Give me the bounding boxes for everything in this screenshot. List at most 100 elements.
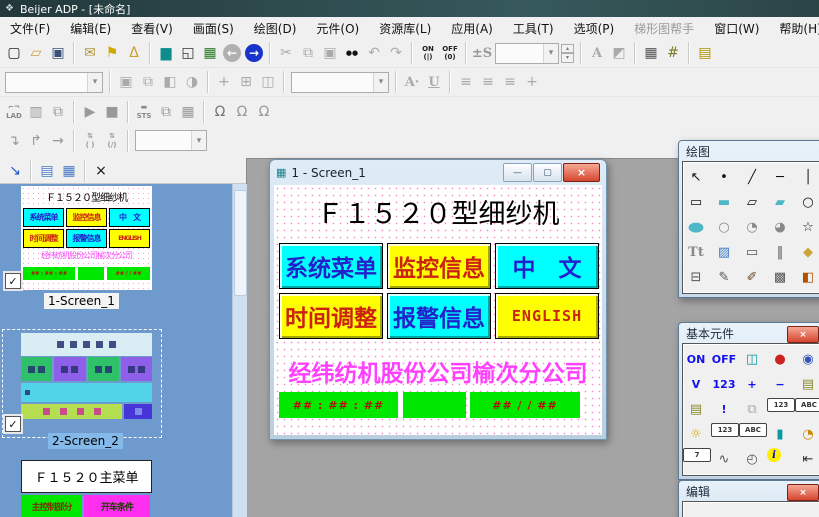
center-in-screen-button[interactable]: ⊞ xyxy=(235,71,257,93)
copy-button[interactable]: ⧉ xyxy=(297,42,319,64)
send-to-back-button[interactable]: ⧉ xyxy=(137,71,159,93)
tile-screens-button[interactable]: ▦ xyxy=(199,42,221,64)
open-file-button[interactable]: ▱ xyxy=(25,42,47,64)
ascii-entry-element[interactable]: ABC xyxy=(795,398,819,412)
hmi-button-english[interactable]: ENGLISH xyxy=(495,293,599,339)
minimize-button[interactable]: — xyxy=(503,163,532,182)
prev-screen-element[interactable]: ▤ xyxy=(683,398,709,421)
menu-file[interactable]: 文件(F) xyxy=(0,18,60,39)
polygon-star-tool[interactable]: ☆ xyxy=(795,216,819,239)
thumbnail-view-button[interactable]: ▦ xyxy=(58,160,80,182)
screen3-thumbnail[interactable]: Ｆ１５２０主菜单 主控制部分 开车条件 xyxy=(21,460,152,517)
new-file-button[interactable]: ▢ xyxy=(3,42,25,64)
save-file-button[interactable]: ▣ xyxy=(47,42,69,64)
bring-to-front-button[interactable]: ▣ xyxy=(115,71,137,93)
rotate-button[interactable]: ◑ xyxy=(181,71,203,93)
filled-rect-tool[interactable]: ▬ xyxy=(711,191,737,214)
close-icon[interactable]: × xyxy=(787,326,819,343)
screen-copy-button[interactable]: ⧉ xyxy=(155,101,177,123)
circle-tool[interactable]: ○ xyxy=(795,191,819,214)
underline-button[interactable]: U xyxy=(423,71,445,93)
close-panel-button[interactable]: × xyxy=(90,160,112,182)
pattern-fill-tool[interactable]: ▩ xyxy=(767,266,793,289)
chevron-down-icon[interactable]: ▾ xyxy=(191,131,206,150)
snap-grid-button[interactable]: # xyxy=(662,42,684,64)
date-display[interactable]: ## / / ## xyxy=(470,392,580,418)
vline-tool[interactable]: │ xyxy=(795,166,819,189)
set-off-button[interactable]: OFF (0) xyxy=(439,42,461,64)
menu-library[interactable]: 资源库(L) xyxy=(369,18,441,39)
status-button[interactable]: ▬ STS xyxy=(133,101,155,123)
editor-title-bar[interactable]: ▦ 1 - Screen_1 — ▢ × xyxy=(270,160,606,185)
trend-graph-element[interactable]: ∿ xyxy=(711,448,737,471)
filled-parallelogram-tool[interactable]: ▰ xyxy=(767,191,793,214)
pie-tool[interactable]: ◕ xyxy=(767,216,793,239)
arc-tool[interactable]: ◔ xyxy=(739,216,765,239)
blank-display[interactable] xyxy=(403,392,466,418)
numeric-display-element[interactable]: 123 xyxy=(711,423,739,437)
indexed-register-element[interactable]: ⇤ xyxy=(795,448,819,471)
set-on-button[interactable]: ON (|) xyxy=(417,42,439,64)
ladder-editor-button[interactable]: ⌐¬ LAD xyxy=(3,101,25,123)
resize-button[interactable]: ◫ xyxy=(257,71,279,93)
close-icon[interactable]: × xyxy=(787,484,819,501)
hmi-button-monitor-info[interactable]: 监控信息 xyxy=(387,243,491,289)
brush-tool[interactable]: ✐ xyxy=(739,266,765,289)
menu-view[interactable]: 查看(V) xyxy=(121,18,183,39)
menu-tools[interactable]: 工具(T) xyxy=(503,18,564,39)
menu-object[interactable]: 元件(O) xyxy=(306,18,369,39)
screen-title-text[interactable]: Ｆ１５２０型细纱机 xyxy=(274,192,602,231)
lock-button[interactable]: Ω xyxy=(209,101,231,123)
monitor-button[interactable]: ▥ xyxy=(25,101,47,123)
scale-ruler-tool[interactable]: ‖ xyxy=(767,241,793,264)
restore-button[interactable]: ▢ xyxy=(533,163,562,182)
hmi-button-time-adjust[interactable]: 时间调整 xyxy=(279,293,383,339)
screen2-checkbox[interactable]: ✓ xyxy=(5,416,21,432)
select-tool[interactable]: ↖ xyxy=(683,166,709,189)
font-combo[interactable]: ▾ xyxy=(291,72,389,93)
detail-view-button[interactable]: ▤ xyxy=(36,160,58,182)
menu-help[interactable]: 帮助(H) xyxy=(769,18,819,39)
object-state-combo[interactable]: ▾ xyxy=(5,72,103,93)
goto-screen-element[interactable]: ▤ xyxy=(795,373,819,396)
screen1-checkbox[interactable]: ✓ xyxy=(5,273,21,289)
path-up-button[interactable]: ↱ xyxy=(25,130,47,152)
draw-palette-title[interactable]: 绘图 xyxy=(679,141,819,161)
screen-edit-button[interactable]: ▦ xyxy=(177,101,199,123)
menu-edit[interactable]: 编辑(E) xyxy=(60,18,121,39)
parallelogram-tool[interactable]: ▱ xyxy=(739,191,765,214)
screen-canvas[interactable]: Ｆ１５２０型细纱机 系统菜单 监控信息 中 文 时间调整 报警信息 ENGLIS… xyxy=(274,185,602,435)
state-combo[interactable]: ▾ xyxy=(495,43,559,64)
hmi-button-system-menu[interactable]: 系统菜单 xyxy=(279,243,383,289)
spin-down-icon[interactable]: ▾ xyxy=(561,53,574,63)
io-register-button[interactable]: ▤ xyxy=(694,42,716,64)
path-down-button[interactable]: ↴ xyxy=(3,130,25,152)
off-button-element[interactable]: OFF xyxy=(711,348,737,371)
group-button[interactable]: ◧ xyxy=(159,71,181,93)
function-key-element[interactable]: ! xyxy=(711,398,737,421)
find-button[interactable]: ●● xyxy=(341,42,363,64)
rotary-switch-element[interactable]: ◉ xyxy=(795,348,819,371)
meter-element[interactable]: ◴ xyxy=(739,448,765,471)
decrement-element[interactable]: − xyxy=(767,373,793,396)
company-name-text[interactable]: 经纬纺机股份公司榆次分公司 xyxy=(274,354,602,388)
hmi-button-alarm-info[interactable]: 报警信息 xyxy=(387,293,491,339)
image-tool[interactable]: ▨ xyxy=(711,241,737,264)
object-snap-button[interactable]: ◩ xyxy=(608,42,630,64)
text-object-button[interactable]: A xyxy=(586,42,608,64)
set-value-element[interactable]: V xyxy=(683,373,709,396)
spin-up-icon[interactable]: ▴ xyxy=(561,44,574,54)
element-combo[interactable]: ▾ xyxy=(135,130,207,151)
bar-graph-element[interactable]: ▮ xyxy=(767,423,793,446)
grid-toggle-button[interactable]: ▦ xyxy=(640,42,662,64)
hline-tool[interactable]: ─ xyxy=(767,166,793,189)
screens-scrollbar[interactable] xyxy=(232,184,247,517)
rect-tool[interactable]: ▭ xyxy=(683,191,709,214)
unlock-button[interactable]: Ω xyxy=(231,101,253,123)
on-button-element[interactable]: ON xyxy=(683,348,709,371)
line-style-tool[interactable]: ⊟ xyxy=(683,266,709,289)
menu-window[interactable]: 窗口(W) xyxy=(704,18,769,39)
numeric-entry-element[interactable]: 123 xyxy=(767,398,795,412)
screen2-thumbnail[interactable] xyxy=(21,333,152,419)
tag-library-button[interactable]: ⚑ xyxy=(101,42,123,64)
